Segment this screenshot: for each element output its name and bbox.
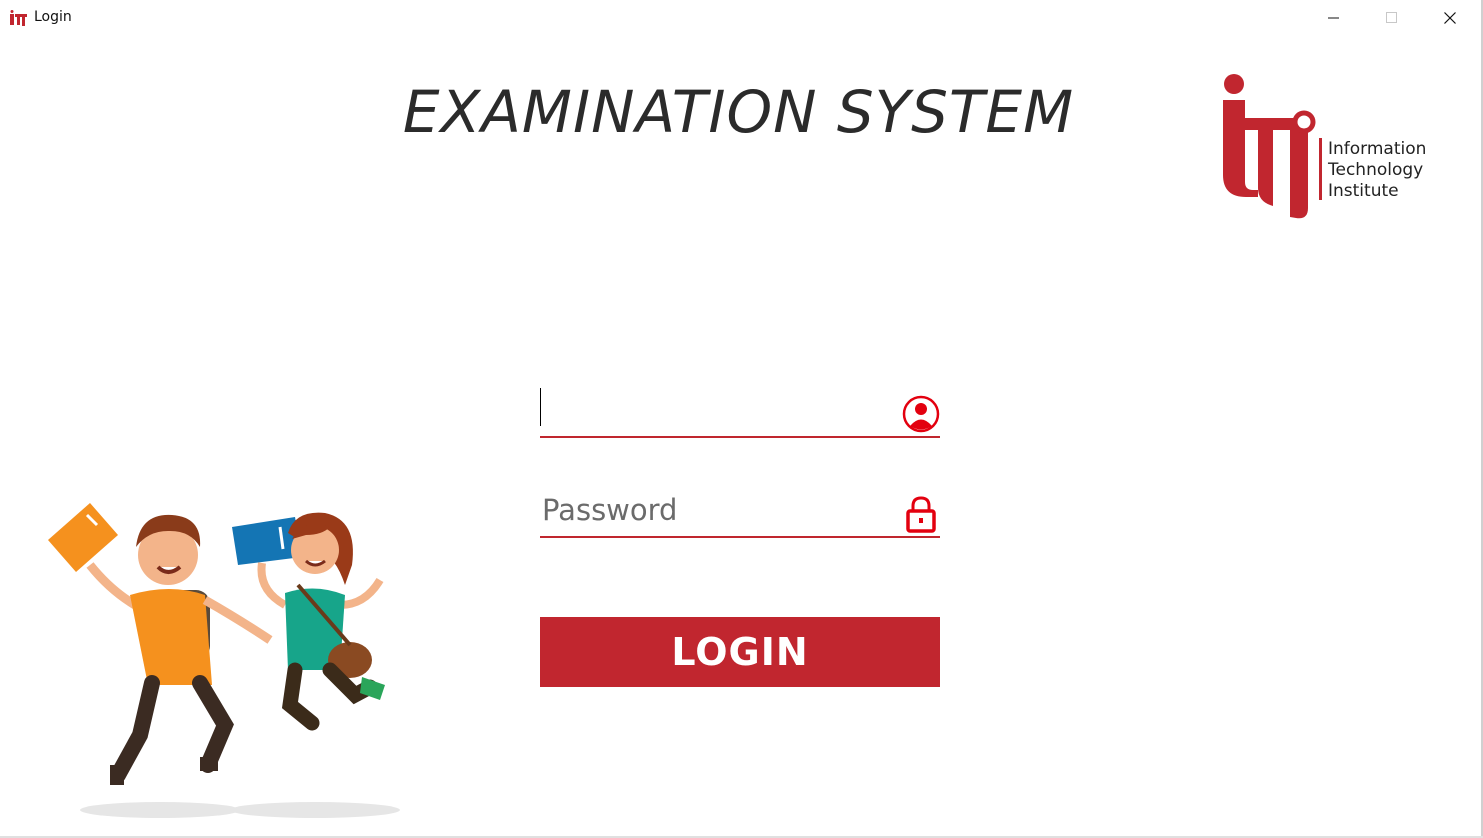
minimize-button[interactable] [1305, 0, 1363, 36]
lock-icon [906, 496, 936, 533]
user-icon [902, 395, 940, 433]
maximize-button[interactable] [1363, 0, 1421, 36]
close-button[interactable] [1421, 0, 1479, 36]
minimize-icon [1328, 17, 1339, 19]
logo-line-3: Institute [1328, 181, 1399, 201]
students-illustration [48, 503, 400, 818]
title-bar[interactable]: Login [0, 0, 1481, 36]
maximize-icon [1386, 12, 1397, 23]
username-field[interactable] [540, 385, 940, 438]
text-caret [540, 388, 541, 426]
logo-line-1: Information [1328, 139, 1427, 159]
window-title: Login [34, 9, 72, 25]
logo-text: Information Technology Institute [1328, 139, 1426, 202]
password-field[interactable]: Password [540, 485, 940, 538]
login-button[interactable]: LOGIN [540, 617, 940, 687]
logo-line-2: Technology [1328, 160, 1424, 180]
close-icon [1444, 12, 1456, 24]
app-icon [10, 10, 27, 26]
password-placeholder: Password [542, 493, 678, 527]
